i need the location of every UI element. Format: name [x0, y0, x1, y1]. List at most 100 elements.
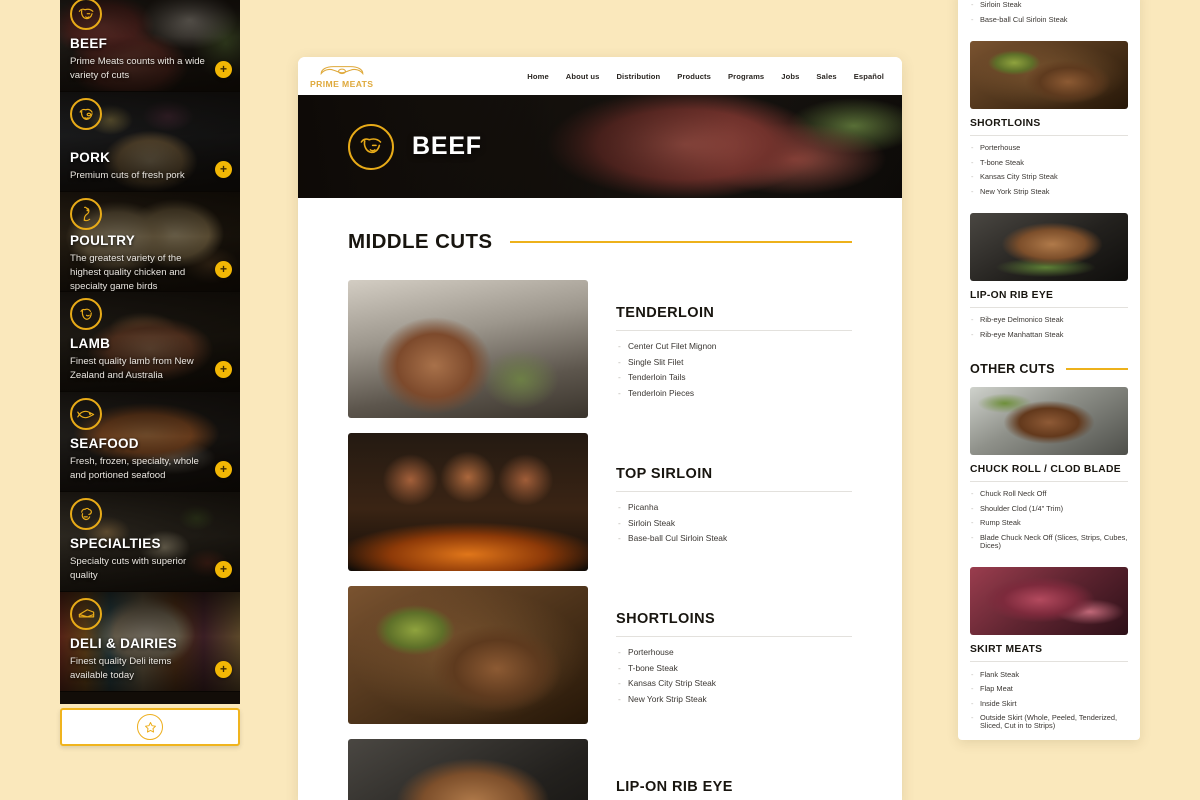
sidebar-item-pork[interactable]: PORK Premium cuts of fresh pork +	[60, 92, 240, 192]
site-header: PRIME MEATS Home About us Distribution P…	[298, 57, 902, 95]
nav-item-programs[interactable]: Programs	[728, 72, 764, 81]
cut-title: TOP SIRLOIN	[616, 465, 713, 482]
cut-divider	[616, 490, 852, 492]
partial-item-list-top: Sirloin Steak Base-ball Cul Sirloin Stea…	[970, 0, 1128, 27]
list-item: Inside Skirt	[970, 696, 1128, 711]
cut-row-lip-on-rib-eye: LIP-ON RIB EYE Rib-eye Delmonico Steak R…	[348, 739, 852, 800]
cut-item-list: Rib-eye Delmonico Steak Rib-eye Manhatta…	[970, 313, 1128, 342]
cut-title: SHORTLOINS	[970, 118, 1041, 130]
list-item: Sirloin Steak	[970, 0, 1128, 13]
cut-row-tenderloin: TENDERLOIN Center Cut Filet Mignon Singl…	[348, 280, 852, 418]
list-item: Kansas City Strip Steak	[616, 676, 852, 692]
fish-icon	[70, 398, 102, 430]
sidebar-item-seafood[interactable]: SEAFOOD Fresh, frozen, specialty, whole …	[60, 392, 240, 492]
cut-row-shortloins: SHORTLOINS Porterhouse T-bone Steak Kans…	[348, 586, 852, 724]
sidebar-item-poultry[interactable]: POULTRY The greatest variety of the high…	[60, 192, 240, 292]
sidebar-item-specialties[interactable]: SPECIALTIES Specialty cuts with superior…	[60, 492, 240, 592]
star-icon[interactable]	[137, 714, 163, 740]
sidebar-item-lamb[interactable]: LAMB Finest quality lamb from New Zealan…	[60, 292, 240, 392]
list-item: T-bone Steak	[970, 156, 1128, 171]
browser-window: PRIME MEATS Home About us Distribution P…	[298, 57, 902, 800]
section-divider	[510, 241, 852, 243]
nav-item-about-us[interactable]: About us	[566, 72, 600, 81]
page-content: MIDDLE CUTS TENDERLOIN Center Cut Filet …	[298, 198, 902, 800]
sidebar-item-title: LAMB	[70, 336, 111, 352]
list-item: Base-ball Cul Sirloin Steak	[970, 13, 1128, 28]
list-item: Single Slit Filet	[616, 354, 852, 370]
cut-row-top-sirloin: TOP SIRLOIN Picanha Sirloin Steak Base-b…	[348, 433, 852, 571]
cut-item-list: Flank Steak Flap Meat Inside Skirt Outsi…	[970, 667, 1128, 733]
list-item: Rib-eye Delmonico Steak	[970, 313, 1128, 328]
list-item: T-bone Steak	[616, 660, 852, 676]
nav-item-espanol[interactable]: Español	[854, 72, 884, 81]
list-item: Flap Meat	[970, 682, 1128, 697]
section-title: OTHER CUTS	[970, 362, 1055, 377]
list-item: Flank Steak	[970, 667, 1128, 682]
section-header-middle-cuts: MIDDLE CUTS	[348, 230, 852, 254]
cut-divider	[970, 661, 1128, 663]
sidebar-item-title: POULTRY	[70, 233, 136, 248]
sidebar-item-beef[interactable]: BEEF Prime Meats counts with a wide vari…	[60, 0, 240, 92]
cattle-horns-icon	[320, 65, 364, 75]
tenderloin-photo	[348, 280, 588, 418]
mobile-preview-panel: Sirloin Steak Base-ball Cul Sirloin Stea…	[958, 0, 1140, 740]
chef-icon	[70, 498, 102, 530]
shortloins-photo	[970, 41, 1128, 110]
section-divider	[1065, 368, 1128, 370]
list-item: Chuck Roll Neck Off	[970, 487, 1128, 502]
sidebar-item-title: BEEF	[70, 36, 108, 52]
top-sirloin-photo	[348, 433, 588, 571]
list-item: Shoulder Clod (1/4" Trim)	[970, 502, 1128, 517]
list-item: Rib-eye Manhattan Steak	[970, 328, 1128, 343]
cut-divider	[616, 635, 852, 637]
list-item: New York Strip Steak	[970, 185, 1128, 200]
expand-poultry-button[interactable]: +	[215, 261, 232, 278]
nav-item-jobs[interactable]: Jobs	[781, 72, 799, 81]
lamb-head-icon	[70, 298, 102, 330]
expand-deli-button[interactable]: +	[215, 661, 232, 678]
nav-item-products[interactable]: Products	[677, 72, 711, 81]
nav-item-sales[interactable]: Sales	[816, 72, 836, 81]
cut-item-list: Picanha Sirloin Steak Base-ball Cul Sirl…	[616, 500, 852, 547]
list-item: Base-ball Cul Sirloin Steak	[616, 531, 852, 547]
sidebar-item-deli-and-dairies[interactable]: DELI & DAIRIES Finest quality Deli items…	[60, 592, 240, 692]
nav-item-distribution[interactable]: Distribution	[616, 72, 660, 81]
cut-item-list: Porterhouse T-bone Steak Kansas City Str…	[616, 645, 852, 707]
list-item: Blade Chuck Neck Off (Slices, Strips, Cu…	[970, 531, 1128, 554]
lip-on-rib-eye-photo	[970, 213, 1128, 282]
section-title: MIDDLE CUTS	[348, 230, 493, 253]
sidebar-item-title: DELI & DAIRIES	[70, 636, 177, 652]
cut-title: LIP-ON RIB EYE	[970, 290, 1054, 302]
sidebar-footer-bar[interactable]	[60, 708, 240, 746]
expand-lamb-button[interactable]: +	[215, 361, 232, 378]
list-item: Porterhouse	[970, 141, 1128, 156]
list-item: Tenderloin Tails	[616, 370, 852, 386]
category-sidebar: BEEF Prime Meats counts with a wide vari…	[60, 0, 240, 704]
sidebar-item-desc: Fresh, frozen, specialty, whole and port…	[70, 456, 199, 482]
site-logo[interactable]: PRIME MEATS	[310, 64, 373, 89]
nav-item-home[interactable]: Home	[527, 72, 549, 81]
list-item: Center Cut Filet Mignon	[616, 339, 852, 355]
list-item: Rump Steak	[970, 516, 1128, 531]
cut-title: LIP-ON RIB EYE	[616, 779, 733, 796]
list-item: Tenderloin Pieces	[616, 386, 852, 402]
pig-head-icon	[70, 98, 102, 130]
cut-item-list: Chuck Roll Neck Off Shoulder Clod (1/4" …	[970, 487, 1128, 553]
cut-item-list: Porterhouse T-bone Steak Kansas City Str…	[970, 141, 1128, 199]
list-item: Kansas City Strip Steak	[970, 170, 1128, 185]
cut-divider	[970, 481, 1128, 483]
cut-title: SKIRT MEATS	[970, 644, 1043, 656]
expand-pork-button[interactable]: +	[215, 161, 232, 178]
expand-seafood-button[interactable]: +	[215, 461, 232, 478]
cut-divider	[970, 135, 1128, 137]
expand-beef-button[interactable]: +	[215, 61, 232, 78]
sidebar-item-title: PORK	[70, 150, 111, 166]
cut-title: SHORTLOINS	[616, 610, 716, 627]
logo-wordmark: PRIME MEATS	[310, 78, 374, 89]
chuck-roll-photo	[970, 387, 1128, 456]
sidebar-item-desc: Finest quality Deli items available toda…	[70, 656, 172, 682]
list-item: Picanha	[616, 500, 852, 516]
page-title: BEEF	[412, 132, 482, 160]
expand-specialties-button[interactable]: +	[215, 561, 232, 578]
shortloins-photo	[348, 586, 588, 724]
